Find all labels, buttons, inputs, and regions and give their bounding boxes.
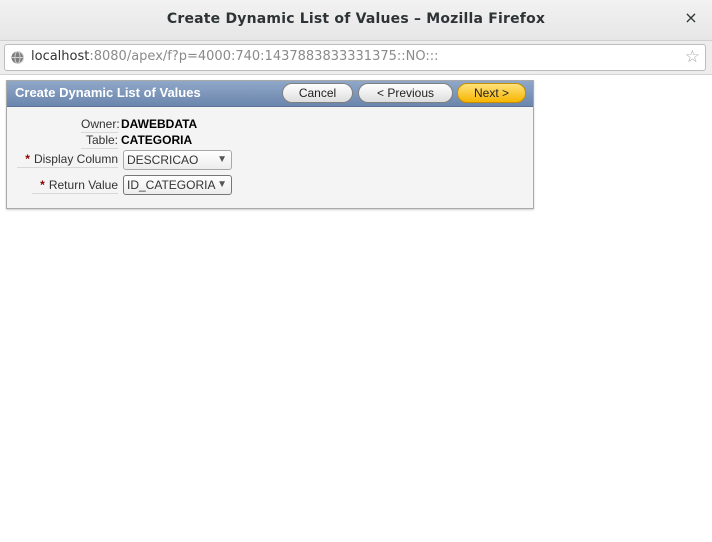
required-marker: * [40,178,45,192]
owner-value: DAWEBDATA [121,117,198,131]
table-value: CATEGORIA [121,133,193,147]
navigation-toolbar: localhost:8080/apex/f?p=4000:740:1437883… [0,41,712,75]
url-path: :8080/apex/f?p=4000:740:1437883833331375… [89,49,439,64]
chevron-down-icon: ▼ [217,179,227,190]
previous-button[interactable]: < Previous [358,83,453,103]
return-value-label: * Return Value [32,178,118,194]
url-text: localhost:8080/apex/f?p=4000:740:1437883… [31,49,439,64]
return-value-value: ID_CATEGORIA [127,178,216,192]
region-header: Create Dynamic List of Values Cancel < P… [7,81,533,107]
url-host: localhost [31,49,90,64]
window-title: Create Dynamic List of Values – Mozilla … [166,11,546,27]
display-column-value: DESCRICAO [127,153,199,167]
close-icon[interactable]: × [684,9,698,27]
globe-icon [11,51,24,64]
display-column-select[interactable]: DESCRICAO ▼ [123,150,232,170]
cancel-button[interactable]: Cancel [282,83,353,103]
region-body: Owner: DAWEBDATA Table: CATEGORIA * Displ… [7,107,533,208]
required-marker: * [25,152,30,166]
url-bar[interactable]: localhost:8080/apex/f?p=4000:740:1437883… [4,44,706,71]
wizard-region: Create Dynamic List of Values Cancel < P… [6,80,534,209]
return-value-select[interactable]: ID_CATEGORIA ▼ [123,175,232,195]
owner-label: Owner: [81,117,120,133]
display-column-label: * Display Column [17,152,118,168]
region-title: Create Dynamic List of Values [15,85,201,100]
next-button[interactable]: Next > [457,83,526,103]
title-bar: Create Dynamic List of Values – Mozilla … [0,0,712,41]
chevron-down-icon: ▼ [217,154,227,165]
browser-window: Create Dynamic List of Values – Mozilla … [0,0,712,542]
table-label: Table: [81,133,118,149]
star-icon[interactable]: ☆ [685,47,700,67]
